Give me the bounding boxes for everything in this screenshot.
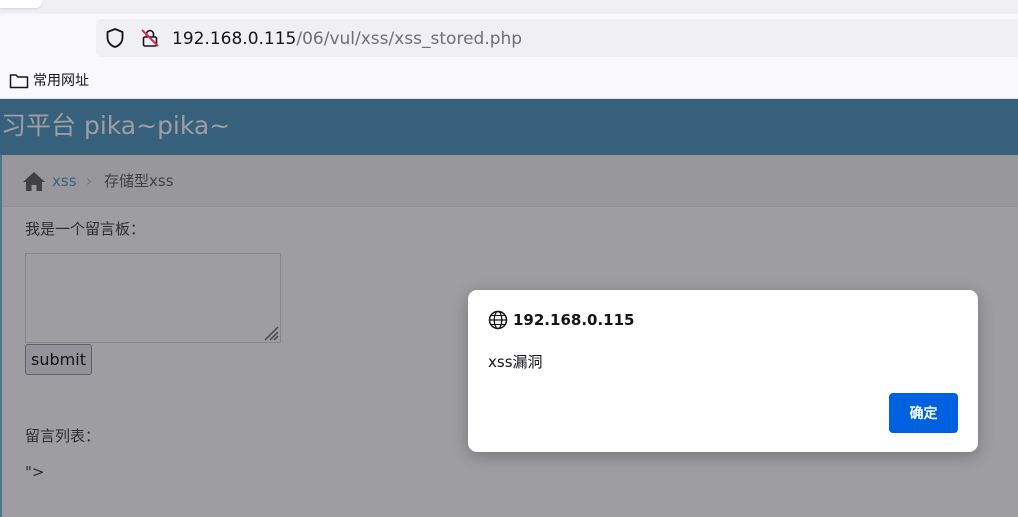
tab-strip bbox=[0, 0, 1018, 14]
folder-icon[interactable] bbox=[9, 72, 29, 89]
bookmarks-bar bbox=[0, 66, 1018, 99]
dialog-message: xss漏洞 bbox=[488, 353, 543, 371]
alert-dialog: 192.168.0.115 xss漏洞 确定 bbox=[468, 290, 978, 452]
ok-button[interactable]: 确定 bbox=[889, 393, 958, 433]
insecure-lock-icon[interactable] bbox=[139, 27, 161, 49]
url-host: 192.168.0.115 bbox=[172, 29, 297, 49]
browser-tab[interactable] bbox=[0, 0, 42, 8]
dialog-title: 192.168.0.115 bbox=[513, 311, 635, 329]
globe-icon bbox=[488, 310, 508, 330]
shield-icon[interactable] bbox=[104, 27, 126, 49]
url-text[interactable]: 192.168.0.115/06/vul/xss/xss_stored.php bbox=[172, 28, 522, 50]
bookmark-folder-label[interactable]: 常用网址 bbox=[33, 71, 89, 91]
url-path: /06/vul/xss/xss_stored.php bbox=[296, 29, 523, 49]
